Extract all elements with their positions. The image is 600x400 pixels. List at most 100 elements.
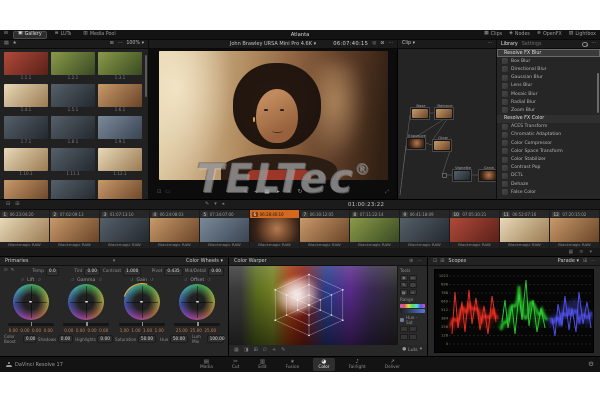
tab-settings[interactable]: Settings xyxy=(522,42,542,47)
reset-icon[interactable]: ↺ xyxy=(37,278,41,282)
master-wheel-slider[interactable] xyxy=(8,323,54,326)
timeline-strip-icon[interactable]: ≡ xyxy=(579,250,583,255)
timeline-clip[interactable]: 3 01:07:13:10 Blackmagic RAW xyxy=(100,210,149,248)
footer-value[interactable]: 100.00 xyxy=(207,335,224,343)
library-row[interactable]: Color Space Transform xyxy=(497,147,600,155)
transport-button[interactable]: » xyxy=(287,189,291,195)
grade-node[interactable]: Grain xyxy=(478,169,497,182)
reset-icon[interactable]: ↺ xyxy=(207,278,211,282)
transport-button[interactable]: ↻ xyxy=(298,189,303,195)
gallery-tool-icon[interactable]: ★ xyxy=(13,42,17,47)
library-row[interactable]: False Color xyxy=(497,188,600,196)
gallery-scrollbar[interactable] xyxy=(145,55,147,97)
gallery-still[interactable]: 1.10.1 xyxy=(4,148,48,177)
gallery-still[interactable]: 1.12.1 xyxy=(98,148,142,177)
viewer-option-icon[interactable]: ⊠ xyxy=(380,42,384,47)
timeline-clip[interactable]: 12 07:20:15:02 Blackmagic RAW xyxy=(550,210,599,248)
library-row[interactable]: Radial Blur xyxy=(497,98,600,106)
warper-value-chip[interactable] xyxy=(409,326,417,332)
view-toggle-button[interactable]: ⊗ OpenFX xyxy=(537,32,562,37)
warper-tool-icon[interactable]: ✎ xyxy=(400,282,408,288)
timeline-clip[interactable]: 4 06:24:08:03 Blackmagic RAW xyxy=(150,210,199,248)
gallery-still[interactable]: 1.5.1 xyxy=(51,84,95,113)
footer-value[interactable]: 0.00 xyxy=(58,335,74,343)
page-button[interactable]: ♪ Fairlight xyxy=(344,358,371,371)
tab-library[interactable]: Library xyxy=(501,42,518,47)
wheel-value-y[interactable]: 1.00 xyxy=(120,328,129,333)
viewer-option-icon[interactable]: ◎ xyxy=(372,42,376,47)
user-icon[interactable] xyxy=(6,362,12,368)
warper-footer-icon[interactable]: ⊞ xyxy=(253,348,257,353)
warper-footer-icon[interactable]: ◨ xyxy=(244,348,249,353)
wheel-value-g[interactable]: 0.00 xyxy=(88,328,97,333)
page-button[interactable]: ✂ Cut xyxy=(227,358,244,371)
reset-icon[interactable]: ↺ xyxy=(130,278,134,282)
gallery-tool-icon[interactable]: ▤ xyxy=(4,42,9,47)
color-wheel-disc[interactable] xyxy=(124,284,160,320)
library-row[interactable]: Lens Blur xyxy=(497,82,600,90)
timeline-clip[interactable]: 2 07:02:09:13 Blackmagic RAW xyxy=(50,210,99,248)
wheel-value-r[interactable]: 0.00 xyxy=(20,328,29,333)
scopes-layout-icon[interactable]: ⊞ xyxy=(440,259,444,264)
wheel-value-g[interactable]: 0.00 xyxy=(32,328,41,333)
library-row[interactable]: Chromatic Adaptation xyxy=(497,131,600,139)
timeline-clip[interactable]: 6 06:28:40:10 Blackmagic RAW xyxy=(250,210,299,248)
footer-value[interactable]: 50.00 xyxy=(138,335,156,343)
adjustment-value[interactable]: 0.0 xyxy=(46,268,59,276)
wheel-value-r[interactable]: 25.00 xyxy=(190,328,202,333)
timeline-select[interactable]: John Brawley URSA Mini Pro 4.6K ▾ xyxy=(230,41,316,47)
more-icon[interactable]: ··· xyxy=(487,42,492,47)
transport-button[interactable]: ◂ xyxy=(254,189,257,195)
annotation-tool-icon[interactable]: ✎ xyxy=(205,202,209,207)
adjustment-value[interactable]: 0.00 xyxy=(84,268,100,276)
library-row[interactable]: Color Stabilizer xyxy=(497,155,600,163)
gallery-still[interactable]: 1.3.1 xyxy=(98,52,142,81)
timeline-tool-icon[interactable]: ⊞ xyxy=(15,202,19,207)
library-row[interactable]: Resolve FX Color xyxy=(497,115,600,123)
warper-footer-icon[interactable]: ∅ xyxy=(263,348,267,353)
gallery-panel-tab[interactable]: ▥ Media Pool xyxy=(79,31,119,39)
color-wheel-disc[interactable] xyxy=(179,284,215,320)
warper-tool-icon[interactable]: ◈ xyxy=(400,275,408,281)
transport-button[interactable]: « xyxy=(243,189,247,195)
transport-button[interactable]: ■ xyxy=(264,189,270,195)
warper-header-icon[interactable]: ⊕ xyxy=(409,259,413,264)
reset-icon[interactable]: ↺ xyxy=(98,278,102,282)
gallery-zoom-select[interactable]: 100% ▾ xyxy=(126,41,144,47)
adjustment-value[interactable]: 0.435 xyxy=(164,268,182,276)
wheel-value-b[interactable]: 0.00 xyxy=(99,328,108,333)
timeline-strip-icon[interactable]: ▾ xyxy=(589,250,592,255)
primaries-tool-icon[interactable]: ∅ xyxy=(4,269,8,273)
search-icon[interactable] xyxy=(582,42,587,47)
timeline-strip-icon[interactable]: ▦ xyxy=(569,250,574,255)
footer-value[interactable]: 50.00 xyxy=(170,335,188,343)
parade-scope[interactable]: 10238967686405123842561280 xyxy=(434,269,594,353)
gallery-view-icon[interactable]: ··· xyxy=(118,42,123,47)
view-toggle-button[interactable]: ▧ Lightbox xyxy=(569,32,596,37)
master-wheel-slider[interactable] xyxy=(63,323,109,326)
grade-node[interactable]: Exposure xyxy=(406,137,426,150)
library-scrollbar[interactable] xyxy=(597,73,599,113)
annotation-tool-icon[interactable]: ▾ xyxy=(214,202,217,207)
timeline-clip[interactable]: 10 07:05:30:21 Blackmagic RAW xyxy=(450,210,499,248)
warper-footer-icon[interactable]: ▦ xyxy=(234,348,239,353)
gallery-still[interactable]: 1.15.1 xyxy=(98,180,142,199)
page-button[interactable]: ▤ Media xyxy=(195,358,218,371)
more-icon[interactable]: ··· xyxy=(591,42,596,47)
expand-icon[interactable]: ⤢ xyxy=(385,190,389,195)
warper-value-chip[interactable] xyxy=(400,334,408,340)
color-wheel-disc[interactable] xyxy=(68,284,104,320)
settings-gear-icon[interactable]: ⚙ xyxy=(588,361,594,368)
timeline-clip[interactable]: 1 06:23:04:20 Blackmagic RAW xyxy=(0,210,49,248)
timeline-clip[interactable]: 11 06:52:07:16 Blackmagic RAW xyxy=(500,210,549,248)
master-wheel-slider[interactable] xyxy=(174,323,220,326)
page-button[interactable]: ∗ Fusion xyxy=(281,358,305,371)
grade-node[interactable]: Vignette xyxy=(452,169,472,182)
node-mode-select[interactable]: Clip ▾ xyxy=(402,41,415,47)
scopes-option-icon[interactable]: ··· xyxy=(590,259,595,264)
gallery-still[interactable]: 1.1.1 xyxy=(4,52,48,81)
adjustment-value[interactable]: 1.000 xyxy=(123,268,141,276)
wheel-value-y[interactable]: 0.00 xyxy=(9,328,18,333)
wheel-mode-select[interactable]: Color Wheels ▾ xyxy=(186,258,223,264)
warper-tool-icon[interactable]: ▭ xyxy=(409,275,417,281)
